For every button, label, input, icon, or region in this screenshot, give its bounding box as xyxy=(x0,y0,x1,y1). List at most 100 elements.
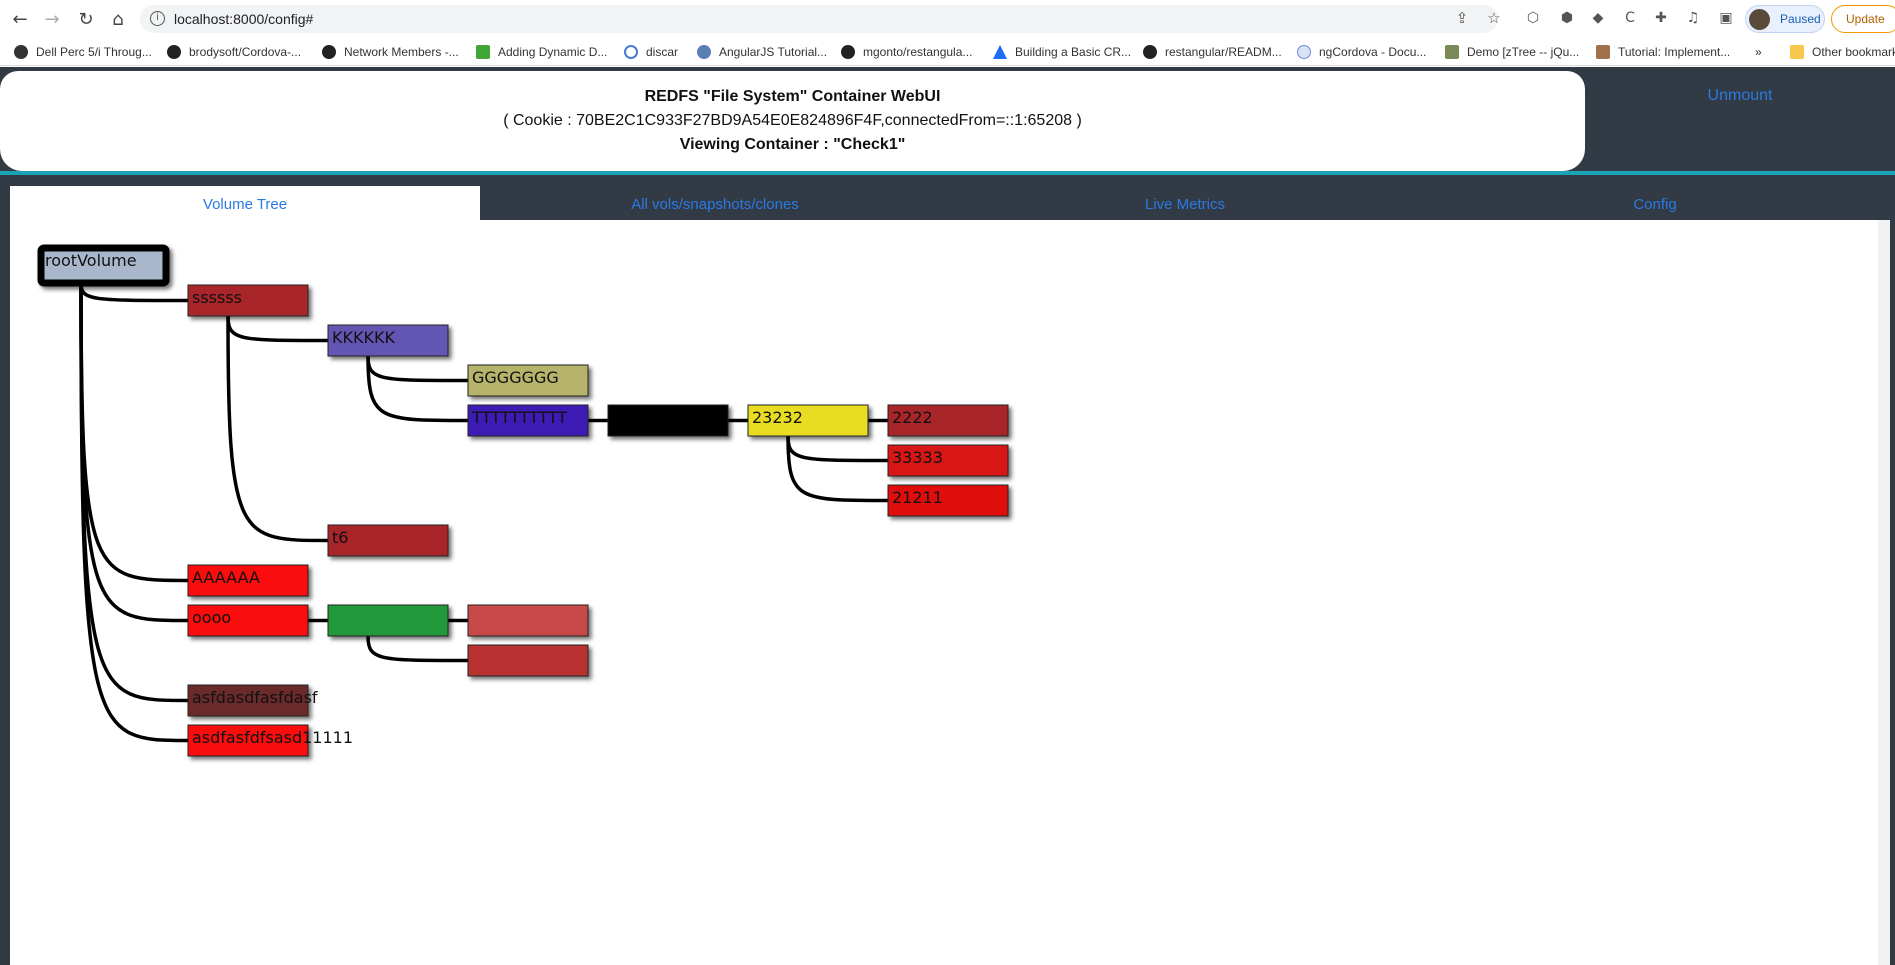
tree-node-box[interactable] xyxy=(467,644,589,677)
tree-edge xyxy=(366,635,469,663)
extension-spy-icon[interactable]: ◆ xyxy=(1589,10,1607,28)
chevron-double-right-icon: » xyxy=(1755,45,1762,59)
more-bookmarks-button[interactable]: » xyxy=(1755,43,1762,61)
tree-node-label: KKKKKK xyxy=(332,328,395,347)
tree-node[interactable] xyxy=(467,604,589,637)
browser-toolbar: ← → ↻ ⌂ i localhost:8000/config# ⇪ ☆ ⬡ ⬢… xyxy=(0,0,1895,38)
profile-button[interactable]: Paused xyxy=(1745,5,1825,33)
puzzle-icon[interactable]: ✚ xyxy=(1652,10,1670,28)
bookmark-item[interactable]: Demo [zTree -- jQu... xyxy=(1445,43,1579,61)
bookmark-item[interactable]: AngularJS Tutorial... xyxy=(697,43,827,61)
site-info-icon[interactable]: i xyxy=(150,11,165,26)
tree-node-box[interactable] xyxy=(607,404,729,437)
triangle-icon xyxy=(993,45,1007,59)
tab-volume-tree[interactable]: Volume Tree xyxy=(10,186,480,220)
bookmark-item[interactable]: Tutorial: Implement... xyxy=(1596,43,1730,61)
address-url[interactable]: localhost:8000/config# xyxy=(174,11,313,27)
bookmark-label: Tutorial: Implement... xyxy=(1618,45,1731,59)
tree-node-box[interactable] xyxy=(327,604,449,637)
github-icon xyxy=(167,45,181,59)
tree-node-label: rootVolume xyxy=(45,251,137,270)
bookmark-label: Network Members -... xyxy=(344,45,459,59)
tree-node[interactable]: TTTTTTTTTT xyxy=(467,404,589,437)
profile-status: Paused xyxy=(1780,12,1821,26)
demo-icon xyxy=(1445,45,1459,59)
bookmark-item[interactable]: Network Members -... xyxy=(322,43,459,61)
bookmark-label: Building a Basic CR... xyxy=(1015,45,1132,59)
avatar xyxy=(1749,9,1770,30)
bookmark-item[interactable]: restangular/READM... xyxy=(1143,43,1282,61)
tree-node[interactable]: oooo xyxy=(187,604,309,637)
bookmark-label: restangular/READM... xyxy=(1165,45,1282,59)
tree-node[interactable]: t6 xyxy=(327,524,449,557)
bookmark-item[interactable]: Building a Basic CR... xyxy=(993,43,1131,61)
star-icon[interactable]: ☆ xyxy=(1484,9,1504,29)
tree-edge xyxy=(79,282,189,743)
unmount-link[interactable]: Unmount xyxy=(1585,87,1895,105)
update-button[interactable]: Update xyxy=(1831,5,1895,33)
github-icon xyxy=(322,45,336,59)
tree-node[interactable] xyxy=(467,644,589,677)
tree-node[interactable] xyxy=(327,604,449,637)
back-icon[interactable]: ← xyxy=(8,7,32,31)
reload-icon[interactable]: ↻ xyxy=(74,7,98,31)
page-title: REDFS "File System" Container WebUI xyxy=(644,88,941,105)
tree-node-label: t6 xyxy=(332,528,348,547)
other-bookmarks[interactable]: Other bookmarks xyxy=(1790,43,1895,61)
tab-all-vols[interactable]: All vols/snapshots/clones xyxy=(480,186,950,220)
bookmark-item[interactable]: Dell Perc 5/i Throug... xyxy=(14,43,152,61)
tree-node-box[interactable] xyxy=(467,604,589,637)
extension-c-icon[interactable]: C xyxy=(1621,10,1639,28)
bookmarks-bar: Dell Perc 5/i Throug... brodysoft/Cordov… xyxy=(0,38,1895,66)
tree-node[interactable]: 21211 xyxy=(887,484,1009,517)
tree-node-root[interactable]: rootVolume xyxy=(37,244,170,287)
tree-node-label: 21211 xyxy=(892,488,943,507)
tree-node[interactable]: ssssss xyxy=(187,284,309,317)
extension-cube-icon[interactable]: ⬡ xyxy=(1524,10,1542,28)
tree-edge xyxy=(79,282,189,703)
bookmark-label: Adding Dynamic D... xyxy=(498,45,608,59)
tree-node[interactable]: AAAAAA xyxy=(187,564,309,597)
leaf-icon xyxy=(476,45,490,59)
globe-icon xyxy=(14,45,28,59)
tree-node-label: oooo xyxy=(192,608,231,627)
github-icon xyxy=(841,45,855,59)
extension-hex-icon[interactable]: ⬢ xyxy=(1558,10,1576,28)
tree-edge xyxy=(366,355,469,383)
home-icon[interactable]: ⌂ xyxy=(106,7,130,31)
media-icon[interactable]: ♫ xyxy=(1684,10,1702,28)
update-label: Update xyxy=(1846,12,1885,26)
tree-edge xyxy=(366,355,469,423)
tree-node[interactable]: 2222 xyxy=(887,404,1009,437)
header-card: REDFS "File System" Container WebUI ( Co… xyxy=(0,71,1585,171)
tree-node-label: asfdasdfasfdasf xyxy=(192,688,318,707)
tree-node[interactable] xyxy=(607,404,729,437)
tree-node[interactable]: asfdasdfasfdasf xyxy=(187,684,318,717)
tree-node[interactable]: KKKKKK xyxy=(327,324,449,357)
forward-icon[interactable]: → xyxy=(40,7,64,31)
bookmark-item[interactable]: ngCordova - Docu... xyxy=(1297,43,1426,61)
tutorial-icon xyxy=(1596,45,1610,59)
side-panel-icon[interactable]: ▣ xyxy=(1717,10,1735,28)
tree-node[interactable]: asdfasfdfsasd11111 xyxy=(187,724,353,757)
tree-node[interactable]: 33333 xyxy=(887,444,1009,477)
bookmark-item[interactable]: mgonto/restangula... xyxy=(841,43,972,61)
bookmark-label: brodysoft/Cordova-... xyxy=(189,45,302,59)
tree-node[interactable]: GGGGGGG xyxy=(467,364,589,397)
bookmark-item[interactable]: Adding Dynamic D... xyxy=(476,43,607,61)
tab-config[interactable]: Config xyxy=(1420,186,1890,220)
address-bar[interactable]: i localhost:8000/config# xyxy=(140,5,1498,33)
tab-live-metrics[interactable]: Live Metrics xyxy=(950,186,1420,220)
bookmark-label: ngCordova - Docu... xyxy=(1319,45,1427,59)
tree-edge xyxy=(786,435,889,503)
bookmark-label: Dell Perc 5/i Throug... xyxy=(36,45,152,59)
bookmark-label: AngularJS Tutorial... xyxy=(719,45,828,59)
tree-node-label: asdfasfdfsasd11111 xyxy=(192,728,353,747)
tree-node[interactable]: 23232 xyxy=(747,404,869,437)
tree-edge xyxy=(786,435,889,463)
github-icon xyxy=(1143,45,1157,59)
tree-node-label: GGGGGGG xyxy=(472,368,559,387)
bookmark-item[interactable]: brodysoft/Cordova-... xyxy=(167,43,301,61)
share-icon[interactable]: ⇪ xyxy=(1452,9,1472,29)
bookmark-item[interactable]: discar xyxy=(624,43,678,61)
